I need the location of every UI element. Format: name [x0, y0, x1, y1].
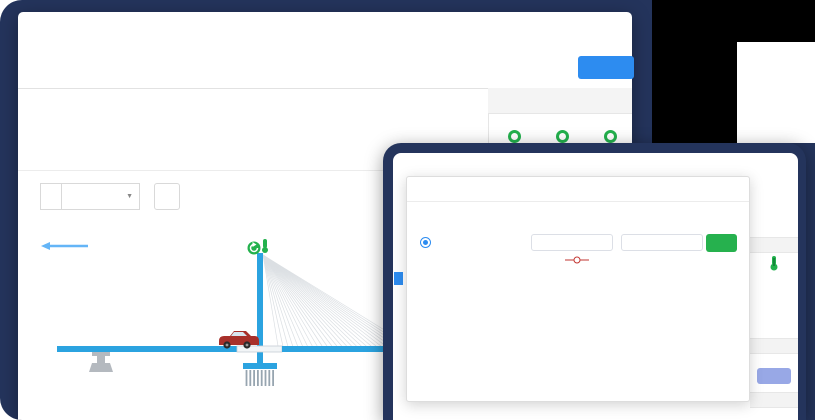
thermometer-icon — [263, 239, 267, 248]
legend-point-icon — [604, 130, 617, 143]
background-blue-fragment — [394, 272, 403, 285]
enlarge-section-button[interactable] — [154, 183, 180, 210]
bridge-diagram — [20, 215, 420, 420]
thermometer-icon — [769, 263, 779, 273]
legend-header-fragment — [750, 237, 798, 253]
compare-header-fragment — [750, 338, 798, 354]
end-time-input[interactable] — [621, 234, 703, 251]
bridge-deck-left — [57, 346, 237, 352]
legend-point-icon — [508, 130, 521, 143]
overlay-window-content — [393, 153, 798, 420]
temperature-fragment — [750, 255, 798, 273]
point-list-header-fragment — [750, 392, 798, 408]
background-white-patch — [737, 42, 815, 143]
realtime-curve-modal — [406, 176, 750, 402]
bridge-pier-cap — [243, 363, 277, 369]
section-select-bar: ▼ — [40, 183, 180, 210]
sensor-row — [18, 92, 488, 146]
overlay-window — [383, 143, 806, 420]
legend-panel-header — [488, 88, 632, 114]
section-dropdown[interactable]: ▼ — [62, 183, 140, 210]
start-time-input[interactable] — [531, 234, 613, 251]
section-select-label — [40, 183, 62, 210]
bridge-deck-joint — [237, 346, 282, 352]
compare-analysis-button[interactable] — [757, 368, 791, 384]
tab-bar — [18, 58, 632, 89]
screenshot-stage: ▼ — [0, 0, 815, 420]
query-button[interactable] — [706, 234, 737, 252]
modal-header-divider — [407, 201, 749, 202]
vibration-chart — [413, 263, 745, 403]
chevron-down-icon: ▼ — [126, 184, 133, 209]
bridge-abutment — [89, 352, 113, 372]
legend-point-icon — [556, 130, 569, 143]
recent-range-radio[interactable] — [420, 237, 431, 248]
